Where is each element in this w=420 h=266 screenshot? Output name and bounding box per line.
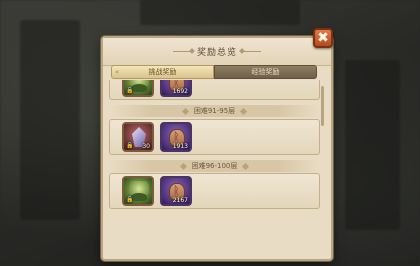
section-title: 困难91-95层	[109, 105, 320, 117]
reward-item[interactable]: 🔒 30	[122, 122, 154, 152]
reward-card: 🔒 1692	[109, 80, 320, 100]
tab-challenge-rewards[interactable]: « 挑战奖励	[111, 65, 214, 79]
lock-icon: 🔒	[126, 87, 134, 94]
reward-item[interactable]: 🔒	[122, 80, 154, 97]
item-count: 2167	[172, 197, 188, 204]
section-title-text: 困难96-100层	[191, 162, 238, 170]
title-decoration-left	[172, 51, 191, 52]
reward-item[interactable]: 1913	[160, 122, 192, 152]
section-title: 困难96-100层	[109, 160, 320, 172]
panel-header: 奖励总览	[103, 38, 331, 66]
reward-item[interactable]: 2167	[160, 176, 192, 206]
item-count: 1913	[172, 143, 188, 150]
close-button[interactable]: ✖	[313, 28, 333, 48]
rewards-scroll-list[interactable]: 🔒 1692 困难91-95层 🔒 30 1913 困难96-100层 🔒	[109, 80, 320, 257]
close-icon: ✖	[317, 30, 329, 46]
item-count: 30	[142, 143, 150, 150]
lock-icon: 🔒	[126, 196, 134, 203]
section-title-text: 困难91-95层	[193, 107, 236, 115]
reward-item[interactable]: 1692	[160, 80, 192, 97]
panel-title: 奖励总览	[196, 48, 237, 58]
reward-tabs: « 挑战奖励 经验奖励	[111, 65, 317, 79]
tab-label: 经验奖励	[251, 68, 280, 76]
tab-exp-rewards[interactable]: 经验奖励	[214, 65, 317, 79]
title-decoration-right	[243, 51, 261, 52]
chevron-icon: «	[115, 68, 120, 76]
lock-icon: 🔒	[126, 142, 134, 149]
reward-card: 🔒 30 1913	[109, 119, 320, 155]
reward-card: 🔒 2167	[109, 173, 320, 209]
scrollbar[interactable]	[321, 86, 324, 126]
tab-label: 挑战奖励	[148, 68, 177, 76]
reward-item[interactable]: 🔒	[122, 176, 154, 206]
item-count: 1692	[172, 88, 188, 95]
